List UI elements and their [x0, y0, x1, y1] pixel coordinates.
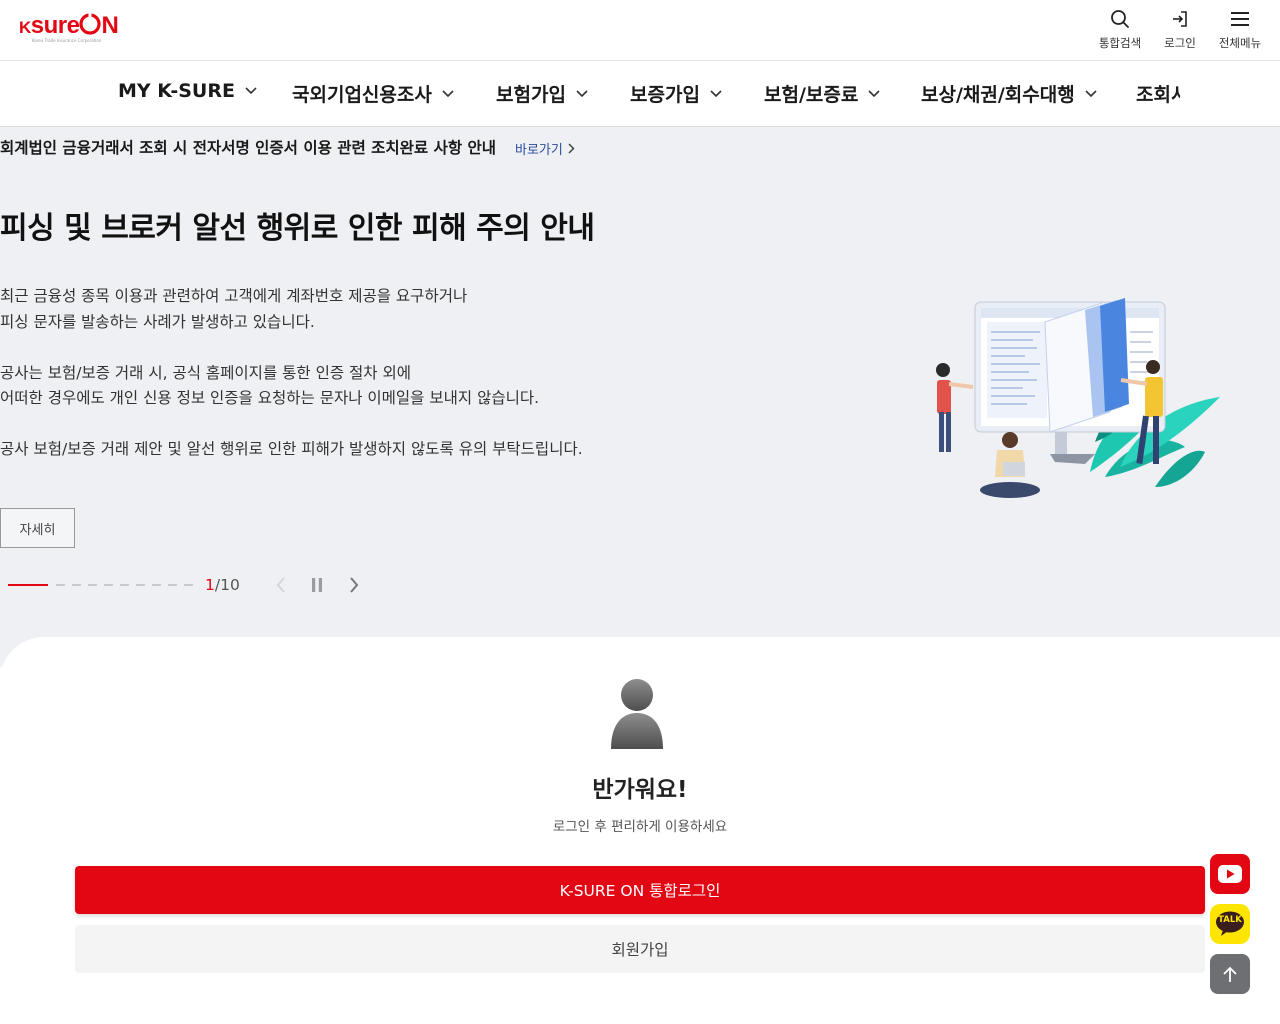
login-card: 반가워요! 로그인 후 편리하게 이용하세요 K-SURE ON 통합로그인 회…: [0, 637, 1280, 1024]
all-menu-button[interactable]: 전체메뉴: [1210, 8, 1270, 51]
notice-link-label: 바로가기: [515, 143, 563, 158]
kakao-talk-button[interactable]: TALK: [1210, 904, 1250, 944]
nav-item-guarantee[interactable]: 보증가입: [630, 80, 722, 107]
nav-item-premium[interactable]: 보험/보증료: [764, 80, 880, 107]
hero-paragraph: 최근 금융성 종목 이용과 관련하여 고객에게 계좌번호 제공을 요구하거나: [0, 287, 468, 305]
nav-overflow-mask: [1180, 61, 1280, 126]
chevron-down-icon: [442, 89, 454, 97]
integrated-login-button[interactable]: K-SURE ON 통합로그인: [75, 866, 1205, 914]
youtube-button[interactable]: [1210, 854, 1250, 894]
notice-text: 회계법인 금융거래서 조회 시 전자서명 인증서 이용 관련 조치완료 사항 안…: [0, 139, 497, 157]
pause-button[interactable]: [310, 576, 324, 598]
prev-slide-button[interactable]: [276, 576, 286, 598]
search-button[interactable]: 통합검색: [1090, 8, 1150, 51]
chevron-left-icon: [276, 577, 285, 593]
search-icon: [1109, 8, 1131, 30]
nav-label: 보험/보증료: [764, 84, 859, 106]
scroll-to-top-button[interactable]: [1210, 954, 1250, 994]
pager-count: 1/10: [205, 576, 240, 594]
pager-total: 10: [220, 576, 240, 594]
more-button[interactable]: 자세히: [0, 508, 75, 548]
chevron-down-icon: [710, 89, 722, 97]
slide-pager: 1/10: [8, 575, 408, 595]
chevron-down-icon: [868, 89, 880, 97]
pager-dot[interactable]: [72, 584, 81, 586]
pager-dot[interactable]: [152, 584, 161, 586]
next-slide-button[interactable]: [349, 576, 359, 598]
signup-button[interactable]: 회원가입: [75, 925, 1205, 973]
pager-dot[interactable]: [136, 584, 145, 586]
nav-label: 보상/채권/회수대행: [921, 84, 1075, 106]
nav-item-compensation[interactable]: 보상/채권/회수대행: [921, 80, 1097, 107]
nav-item-my-ksure[interactable]: MY K-SURE: [118, 80, 257, 102]
chevron-right-icon: [568, 143, 575, 154]
main-navigation: MY K-SURE 국외기업신용조사 보험가입 보증가입 보험/보증료 보상/채…: [0, 61, 1280, 127]
site-header: Ksure N Korea Trade Insurance Corporation…: [0, 0, 1280, 61]
nav-label: 보증가입: [630, 84, 700, 106]
pager-dot[interactable]: [104, 584, 113, 586]
pause-icon: [312, 578, 322, 592]
nav-label: 보험가입: [496, 84, 566, 106]
welcome-subtext: 로그인 후 편리하게 이용하세요: [552, 819, 728, 835]
hero-illustration: [936, 298, 1220, 498]
logo-subtitle: Korea Trade Insurance Corporation: [32, 38, 102, 43]
logo-wordmark: Ksure N: [19, 12, 119, 39]
chevron-right-icon: [350, 577, 359, 593]
notice-bar: 회계법인 금융거래서 조회 시 전자서명 인증서 이용 관련 조치완료 사항 안…: [0, 127, 1280, 167]
notice-link[interactable]: 바로가기: [515, 139, 575, 158]
chevron-down-icon: [245, 87, 257, 95]
pager-dot[interactable]: [168, 584, 177, 586]
arrow-up-icon: [1223, 966, 1237, 982]
hero-paragraph: 피싱 문자를 발송하는 사례가 발생하고 있습니다.: [0, 313, 315, 331]
chevron-down-icon: [576, 89, 588, 97]
welcome-heading: 반가워요!: [592, 777, 688, 803]
pager-dot[interactable]: [120, 584, 129, 586]
hero-paragraph: 공사 보험/보증 거래 제안 및 알선 행위로 인한 피해가 발생하지 않도록 …: [0, 440, 583, 458]
login-label: 로그인: [1164, 36, 1196, 50]
login-button[interactable]: 로그인: [1150, 8, 1210, 51]
nav-item-insurance[interactable]: 보험가입: [496, 80, 588, 107]
search-label: 통합검색: [1098, 36, 1142, 50]
user-avatar-icon: [611, 679, 663, 749]
hamburger-menu-icon: [1229, 8, 1251, 30]
hero-paragraph: 공사는 보험/보증 거래 시, 공식 홈페이지를 통한 인증 절차 외에: [0, 364, 411, 382]
pager-current: 1: [205, 576, 215, 594]
nav-label: 국외기업신용조사: [292, 84, 432, 106]
youtube-icon: [1218, 865, 1242, 883]
login-icon: [1169, 8, 1191, 30]
nav-label: MY K-SURE: [118, 80, 235, 102]
hero-banner: 피싱 및 브로커 알선 행위로 인한 피해 주의 안내 최근 금융성 종목 이용…: [0, 167, 1280, 667]
kakao-talk-label: TALK: [1218, 915, 1242, 925]
hero-paragraph: 어떠한 경우에도 개인 신용 정보 인증을 요청하는 문자나 이메일을 보내지 …: [0, 389, 540, 407]
ksure-on-logo[interactable]: Ksure N Korea Trade Insurance Corporation: [19, 10, 119, 44]
pager-dot[interactable]: [184, 584, 193, 586]
pager-active-bar[interactable]: [8, 584, 48, 586]
hero-title: 피싱 및 브로커 알선 행위로 인한 피해 주의 안내: [0, 211, 595, 246]
nav-item-credit-research[interactable]: 국외기업신용조사: [292, 80, 454, 107]
all-menu-label: 전체메뉴: [1218, 36, 1262, 50]
pager-dot[interactable]: [56, 584, 65, 586]
chevron-down-icon: [1085, 89, 1097, 97]
pager-dot[interactable]: [88, 584, 97, 586]
